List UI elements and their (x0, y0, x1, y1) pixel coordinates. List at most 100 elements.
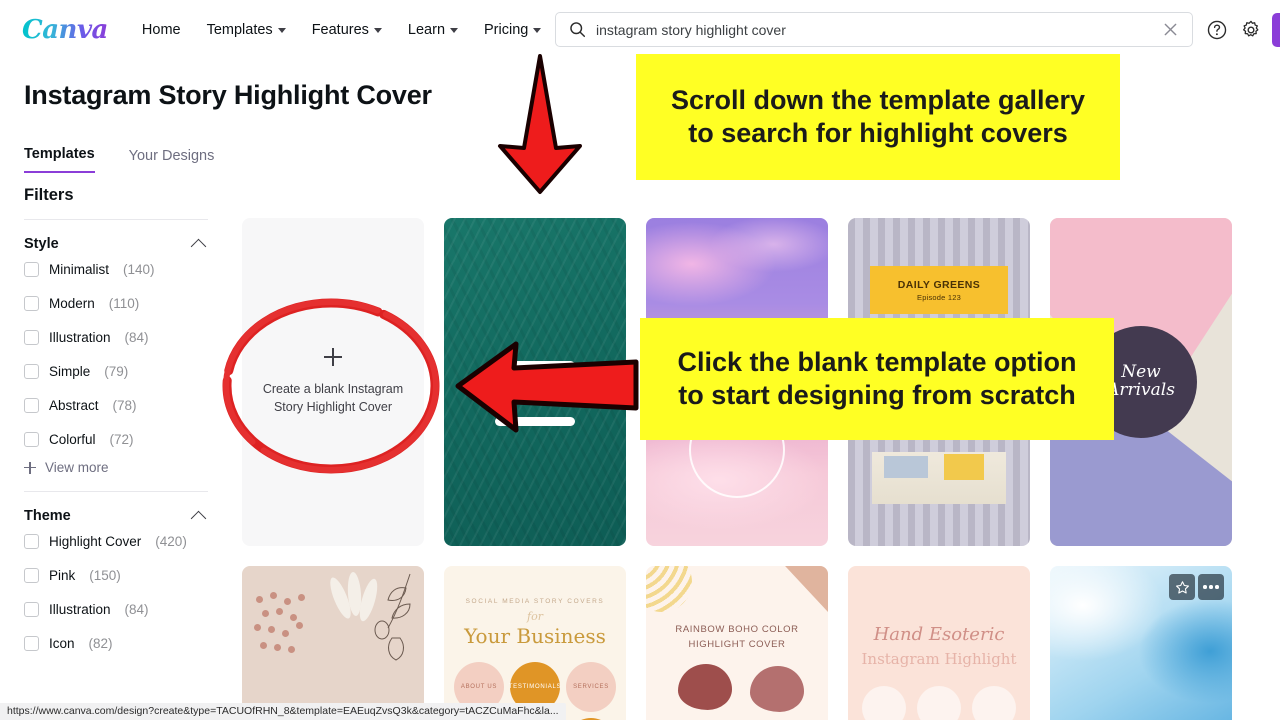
template-title-text: New Arrivals (1107, 363, 1175, 400)
red-left-arrow-icon (455, 341, 639, 433)
annotation-callout-scroll: Scroll down the template gallery to sear… (636, 54, 1120, 180)
filter-option-label: Illustration (49, 329, 111, 345)
page-title: Instagram Story Highlight Cover (24, 80, 432, 110)
clear-search-icon[interactable] (1156, 16, 1184, 44)
checkbox-icon[interactable] (24, 601, 39, 617)
filter-option-count: (72) (109, 431, 134, 447)
nav-item-label: Pricing (484, 21, 529, 38)
red-down-arrow-icon (498, 54, 582, 194)
organic-blob-shape (678, 664, 732, 710)
filter-option-abstract[interactable]: Abstract (78) (24, 388, 208, 422)
filter-option-illustration-theme[interactable]: Illustration (84) (24, 592, 208, 626)
tab-your-designs[interactable]: Your Designs (129, 148, 215, 173)
chevron-down-icon (373, 28, 382, 33)
template-photo-placeholder (872, 452, 1006, 504)
search-bar[interactable] (555, 12, 1193, 47)
template-title-line1: Hand Esoteric (873, 624, 1005, 645)
template-circle-row (862, 686, 1016, 720)
filter-option-count: (110) (108, 295, 140, 311)
sidebar-divider (24, 219, 208, 220)
template-subtitle-text: Episode 123 (917, 292, 961, 302)
filter-option-count: (150) (89, 567, 121, 583)
nav-item-label: Home (141, 21, 181, 38)
template-label-card: DAILY GREENS Episode 123 (870, 266, 1008, 314)
filter-option-modern[interactable]: Modern (110) (24, 286, 208, 320)
template-card-boho-beige[interactable] (242, 566, 424, 720)
main-nav: Home Templates Features Learn Pricing (142, 21, 542, 38)
nav-item-learn[interactable]: Learn (407, 21, 459, 38)
filter-option-count: (84) (124, 329, 149, 345)
chevron-down-icon (450, 28, 459, 33)
filter-option-simple[interactable]: Simple (79) (24, 354, 208, 388)
view-more-style-button[interactable]: View more (24, 460, 208, 475)
checkbox-icon[interactable] (24, 329, 39, 345)
search-icon (569, 21, 586, 38)
filter-option-minimalist[interactable]: Minimalist (140) (24, 252, 208, 286)
gear-icon[interactable] (1240, 19, 1262, 41)
checkbox-icon[interactable] (24, 397, 39, 413)
view-more-label: View more (45, 460, 109, 475)
template-hover-controls (1169, 574, 1224, 600)
filter-option-label: Simple (49, 363, 91, 379)
filter-option-count: (82) (88, 635, 113, 651)
filter-section-label: Style (24, 236, 59, 252)
account-action-button[interactable] (1272, 13, 1280, 47)
arc-decoration (646, 566, 692, 612)
checkbox-icon[interactable] (24, 363, 39, 379)
filter-section-style-options: Minimalist (140) Modern (110) Illustrati… (0, 252, 232, 475)
nav-item-features[interactable]: Features (312, 22, 382, 38)
filter-option-colorful[interactable]: Colorful (72) (24, 422, 208, 456)
filter-option-label: Icon (49, 635, 75, 651)
template-title-text: DAILY GREENS (897, 278, 981, 291)
nav-item-pricing[interactable]: Pricing (484, 21, 542, 38)
template-circle-badge (972, 686, 1016, 720)
template-title-line2: Arrivals (1107, 380, 1175, 400)
template-badge: SERVICES (566, 662, 616, 712)
template-circle-badge (862, 686, 906, 720)
template-for-text: for (527, 610, 543, 623)
template-card-rainbow-boho[interactable]: RAINBOW BOHO COLOR HIGHLIGHT COVER (646, 566, 828, 720)
template-card-your-business[interactable]: SOCIAL MEDIA STORY COVERS for Your Busin… (444, 566, 626, 720)
dots-group (1203, 585, 1219, 589)
corner-shape-decoration (785, 566, 828, 612)
callout-line2: to start designing from scratch (678, 380, 1076, 410)
filter-option-count: (140) (123, 261, 155, 277)
chevron-down-icon (277, 28, 286, 33)
template-title-text: Your Business (464, 624, 606, 648)
checkbox-icon[interactable] (24, 567, 39, 583)
callout-line1: Scroll down the template gallery (670, 84, 1086, 115)
star-icon[interactable] (1169, 574, 1195, 600)
nav-item-home[interactable]: Home (142, 22, 181, 38)
filter-option-label: Minimalist (49, 261, 110, 277)
checkbox-icon[interactable] (24, 431, 39, 447)
filter-option-icon[interactable]: Icon (82) (24, 626, 208, 660)
search-input[interactable] (596, 21, 1156, 38)
filter-option-count: (84) (124, 601, 149, 617)
filter-option-label: Illustration (49, 601, 111, 617)
filter-option-illustration[interactable]: Illustration (84) (24, 320, 208, 354)
help-circle-icon[interactable] (1206, 19, 1228, 41)
canva-logo[interactable]: Canva (22, 15, 108, 45)
tab-templates[interactable]: Templates (24, 146, 95, 173)
checkbox-icon[interactable] (24, 635, 39, 651)
callout-line1: Click the blank template option (677, 346, 1077, 377)
filter-section-style-header[interactable]: Style (24, 236, 208, 254)
template-card-blue-watercolor[interactable]: New (1050, 566, 1232, 720)
checkbox-icon[interactable] (24, 295, 39, 311)
filter-option-highlight-cover[interactable]: Highlight Cover (420) (24, 524, 208, 558)
checkbox-icon[interactable] (24, 261, 39, 277)
filter-option-pink[interactable]: Pink (150) (24, 558, 208, 592)
filters-sidebar: Filters Style Minimalist (140) Modern (1… (0, 186, 232, 660)
template-circle-badge (917, 686, 961, 720)
nav-item-label: Learn (407, 21, 446, 38)
template-card-hand-esoteric[interactable]: Hand Esoteric Instagram Highlight (848, 566, 1030, 720)
checkbox-icon[interactable] (24, 533, 39, 549)
more-horizontal-icon[interactable] (1198, 574, 1224, 600)
nav-item-templates[interactable]: Templates (207, 22, 286, 38)
filter-section-theme-header[interactable]: Theme (24, 508, 208, 526)
template-title-line2: Instagram Highlight (861, 650, 1017, 668)
filter-option-label: Colorful (49, 431, 96, 447)
filter-option-label: Modern (49, 295, 95, 311)
template-title-line2: HIGHLIGHT COVER (688, 639, 786, 651)
content-tabs: Templates Your Designs (24, 146, 214, 173)
